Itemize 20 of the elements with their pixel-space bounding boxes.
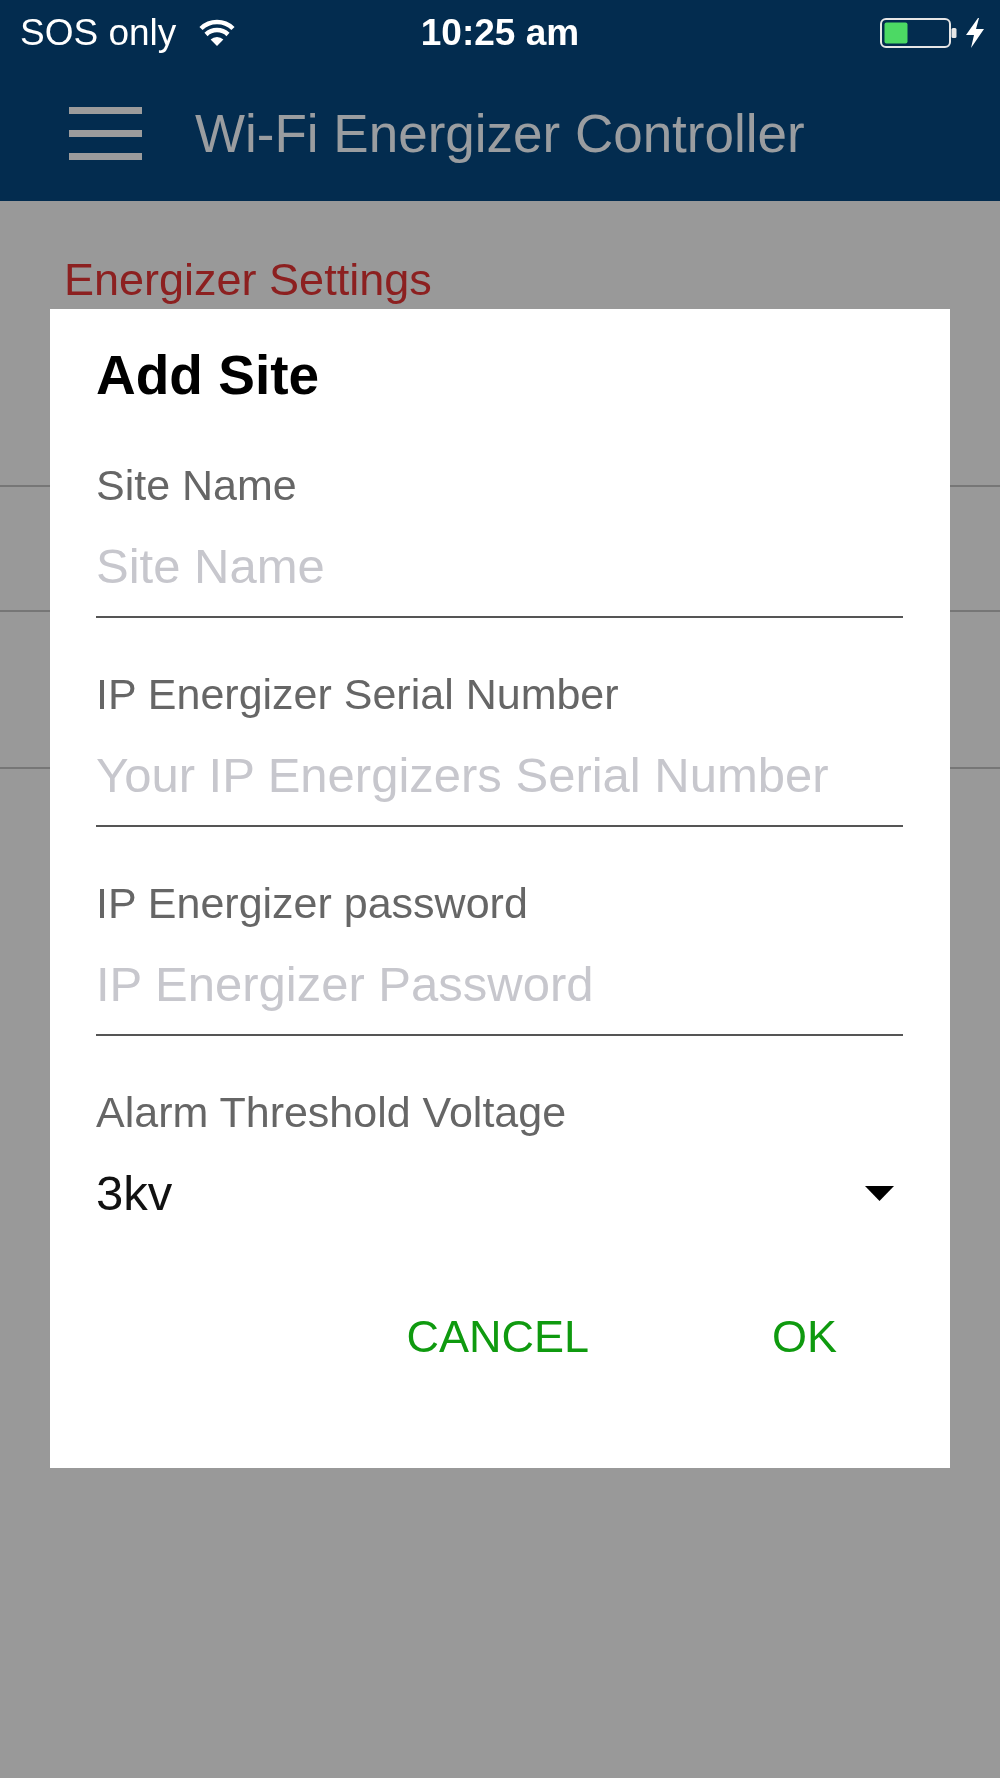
dropdown-field[interactable]: 3kv [96, 1163, 903, 1223]
ok-button[interactable]: OK [755, 1297, 853, 1377]
field-label: Alarm Threshold Voltage [96, 1087, 568, 1137]
charging-icon [965, 18, 985, 48]
time-label: 10:25 am [420, 11, 580, 55]
dialog-title: Add Site [96, 343, 321, 408]
field-label: IP Energizer Serial Number [96, 669, 620, 719]
text-input-field[interactable]: Your IP Energizers Serial Number [96, 745, 903, 827]
section-heading: Energizer Settings [63, 253, 433, 307]
caret-icon [865, 1185, 894, 1201]
cancel-button[interactable]: CANCEL [390, 1297, 605, 1377]
field-label: Site Name [96, 460, 298, 510]
field-label: IP Energizer password [96, 878, 529, 928]
wifi-icon [198, 19, 237, 47]
menu-icon[interactable] [69, 107, 142, 160]
app-title: Wi-Fi Energizer Controller [195, 102, 805, 165]
password-field[interactable]: IP Energizer Password [96, 954, 903, 1036]
carrier-label: SOS only [20, 11, 177, 55]
battery-icon [880, 18, 958, 48]
text-input-field[interactable]: Site Name [96, 536, 903, 618]
